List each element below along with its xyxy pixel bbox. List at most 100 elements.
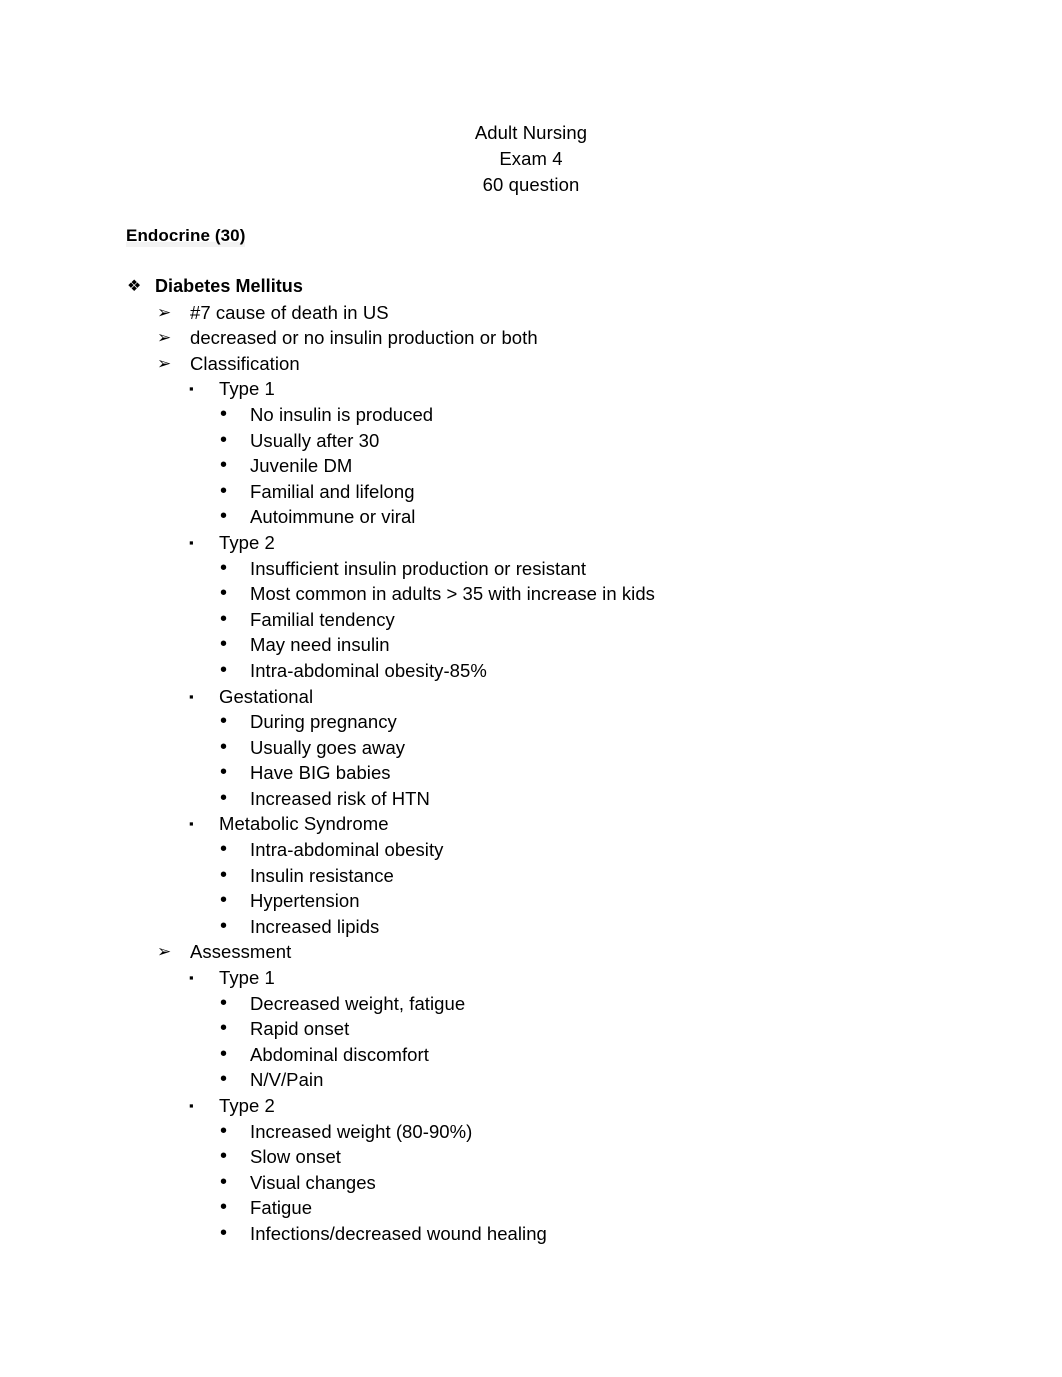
header-line-exam: Exam 4: [499, 148, 563, 169]
bullet-level-2-icon: ➢: [157, 328, 172, 348]
outline-item: • Familial and lifelong: [0, 479, 1062, 505]
bullet-level-4-icon: •: [220, 786, 228, 809]
outline-item-label: Familial tendency: [250, 608, 395, 630]
bullet-level-4-icon: •: [220, 1170, 228, 1193]
outline-item-label: Type 2: [219, 1095, 275, 1116]
bullet-level-4-icon: •: [220, 889, 228, 912]
outline-item-label: Increased risk of HTN: [250, 787, 430, 809]
bullet-level-4-icon: •: [220, 1017, 228, 1040]
outline-item-label: Autoimmune or viral: [250, 506, 416, 528]
bullet-level-4-icon: •: [220, 761, 228, 784]
outline-item: • Increased lipids: [0, 914, 1062, 940]
outline-item: ➢ decreased or no insulin production or b…: [0, 325, 1062, 351]
bullet-level-4-icon: •: [220, 658, 228, 681]
outline-item-label: Gestational: [219, 685, 314, 707]
outline-item: • Decreased weight, fatigue: [0, 991, 1062, 1017]
outline-item-label: Metabolic Syndrome: [219, 813, 389, 835]
outline-item-label: No insulin is produced: [250, 403, 434, 425]
outline-item-label: N/V/Pain: [250, 1069, 324, 1091]
outline-item: ▪ Metabolic Syndrome: [0, 811, 1062, 837]
outline-item-label: Infections/decreased wound healing: [250, 1222, 547, 1244]
outline-item: ▪ Type 1: [0, 376, 1062, 402]
outline-item-label: Insufficient insulin production or resis…: [250, 557, 587, 579]
outline-item-label: Type 1: [219, 967, 275, 989]
bullet-level-4-icon: •: [220, 1119, 228, 1142]
bullet-level-4-icon: •: [220, 1196, 228, 1219]
bullet-level-4-icon: •: [220, 633, 228, 656]
bullet-level-4-icon: •: [220, 914, 228, 937]
outline-item: ❖ Diabetes Mellitus: [0, 274, 1062, 300]
outline-item: • No insulin is produced: [0, 402, 1062, 428]
outline-item-label: Decreased weight, fatigue: [250, 992, 466, 1014]
outline-item-label: Most common in adults > 35 with increase…: [250, 583, 655, 605]
outline-item-label: Diabetes Mellitus: [155, 276, 303, 296]
outline-item-label: Usually after 30: [250, 429, 380, 451]
bullet-level-4-icon: •: [220, 479, 228, 502]
outline-item-label: Abdominal discomfort: [250, 1043, 429, 1065]
outline-item-label: Increased weight (80-90%): [250, 1120, 473, 1142]
outline-item-label: Intra-abdominal obesity: [250, 839, 444, 861]
outline-item: • May need insulin: [0, 632, 1062, 658]
bullet-level-4-icon: •: [220, 505, 228, 528]
outline-item-label: Fatigue: [250, 1197, 313, 1219]
outline-item-label: Assessment: [190, 941, 292, 963]
bullet-level-4-icon: •: [220, 428, 228, 451]
bullet-level-4-icon: •: [220, 1068, 228, 1091]
outline-item: • Increased weight (80-90%): [0, 1119, 1062, 1145]
bullet-level-4-icon: •: [220, 1145, 228, 1168]
outline-item-label: Juvenile DM: [250, 455, 353, 477]
outline-item-label: Slow onset: [250, 1146, 341, 1168]
header-line-question-count: 60 question: [482, 174, 580, 195]
outline-item-label: Rapid onset: [250, 1018, 350, 1040]
bullet-level-4-icon: •: [220, 607, 228, 630]
outline-item-label: Type 1: [219, 378, 275, 400]
outline-item-label: Insulin resistance: [250, 864, 394, 886]
outline-item-label: Classification: [190, 352, 300, 374]
outline-item: • N/V/Pain: [0, 1067, 1062, 1093]
bullet-level-1-icon: ❖: [127, 278, 142, 295]
outline-item-label: #7 cause of death in US: [190, 301, 389, 323]
outline-item: • Have BIG babies: [0, 760, 1062, 786]
outline-item-label: Usually goes away: [250, 736, 406, 758]
bullet-level-3-icon: ▪: [189, 970, 194, 986]
outline-item-label: Hypertension: [250, 890, 360, 912]
outline-item: • Hypertension: [0, 888, 1062, 914]
outline-item: • Juvenile DM: [0, 453, 1062, 479]
outline-item: • Visual changes: [0, 1170, 1062, 1196]
bullet-level-2-icon: ➢: [157, 353, 172, 373]
section-heading-label: Endocrine (30): [126, 226, 246, 247]
outline-item: ➢ #7 cause of death in US: [0, 300, 1062, 326]
bullet-level-4-icon: •: [220, 991, 228, 1014]
outline-item: • Insulin resistance: [0, 863, 1062, 889]
outline-item: • Fatigue: [0, 1195, 1062, 1221]
bullet-level-4-icon: •: [220, 710, 228, 733]
outline-item-label: During pregnancy: [250, 711, 397, 733]
bullet-level-4-icon: •: [220, 402, 228, 425]
outline-item: • Insufficient insulin production or resi…: [0, 556, 1062, 582]
document-page: Adult Nursing Exam 4 60 question Endocri…: [0, 0, 1062, 1377]
outline-item-label: Have BIG babies: [250, 762, 391, 784]
outline-item: • Familial tendency: [0, 607, 1062, 633]
outline-item: • Infections/decreased wound healing: [0, 1221, 1062, 1247]
outline-item: • Intra-abdominal obesity-85%: [0, 658, 1062, 684]
bullet-level-4-icon: •: [220, 735, 228, 758]
outline-item: • During pregnancy: [0, 709, 1062, 735]
outline-item: • Usually goes away: [0, 735, 1062, 761]
outline-item: ▪ Type 2: [0, 1093, 1062, 1119]
document-header: Adult Nursing Exam 4 60 question: [0, 120, 1062, 198]
outline-item-label: decreased or no insulin production or bo…: [190, 327, 538, 349]
outline-item-label: Familial and lifelong: [250, 480, 415, 502]
outline-item: • Usually after 30: [0, 428, 1062, 454]
bullet-level-4-icon: •: [220, 838, 228, 861]
outline-item-label: May need insulin: [250, 634, 390, 656]
bullet-level-4-icon: •: [220, 582, 228, 605]
outline-item: • Abdominal discomfort: [0, 1042, 1062, 1068]
outline-item-label: Visual changes: [250, 1171, 376, 1193]
outline-item: • Intra-abdominal obesity: [0, 837, 1062, 863]
outline-item: ▪ Type 1: [0, 965, 1062, 991]
outline-item-label: Type 2: [219, 531, 275, 553]
outline-item-label: Increased lipids: [250, 915, 380, 937]
bullet-level-4-icon: •: [220, 863, 228, 886]
bullet-level-2-icon: ➢: [157, 302, 172, 322]
bullet-level-4-icon: •: [220, 1221, 228, 1244]
